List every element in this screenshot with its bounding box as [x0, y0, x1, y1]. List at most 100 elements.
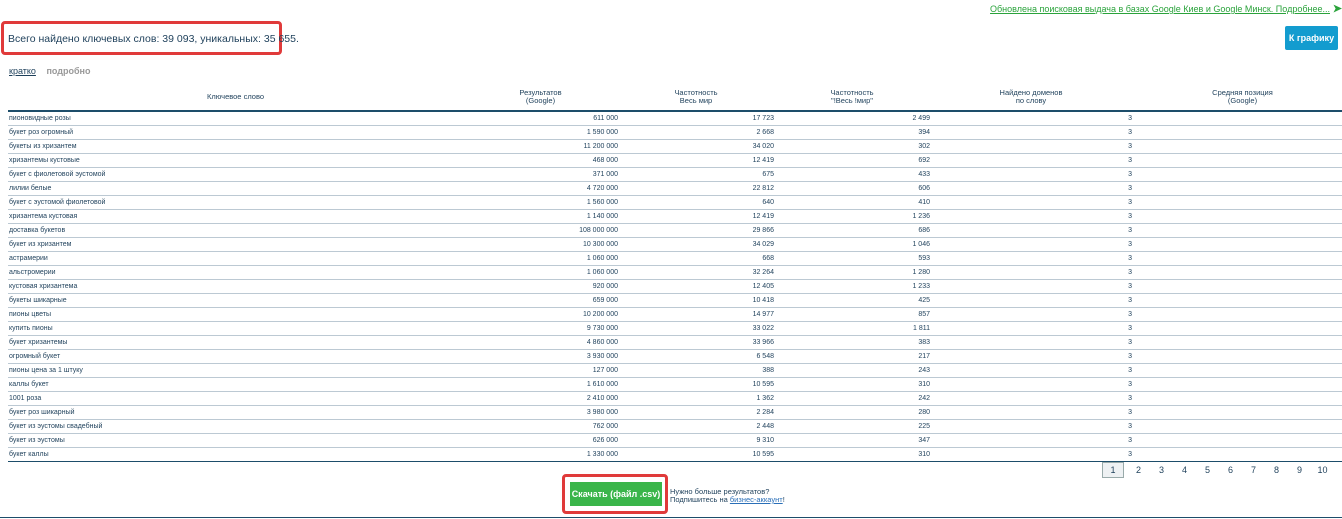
cell-keyword: кустовая хризантема: [8, 279, 463, 294]
cell-keyword: букет из хризантем: [8, 237, 463, 252]
page-link[interactable]: 7: [1242, 462, 1265, 478]
table-row: хризантема кустовая 1 140 000 12 419 1 236 3…: [8, 209, 1342, 224]
arrow-right-icon[interactable]: ➤: [1333, 2, 1342, 15]
keyword-count-summary: Всего найдено ключевых слов: 39 093, уни…: [8, 33, 299, 45]
cell-frequency-world: 10 418: [618, 293, 774, 308]
cell-domains: 3: [930, 335, 1132, 350]
cell-domains: 3: [930, 195, 1132, 210]
cell-keyword: альстромерии: [8, 265, 463, 280]
page-link[interactable]: 6: [1219, 462, 1242, 478]
cell-frequency-world: 10 595: [618, 377, 774, 392]
header-avg-position[interactable]: Средняя позиция (Google): [1132, 84, 1342, 112]
cell-domains: 3: [930, 433, 1132, 448]
page-link[interactable]: 10: [1311, 462, 1334, 478]
cell-frequency-exact: 410: [774, 195, 930, 210]
cell-frequency-world: 2 668: [618, 125, 774, 140]
cell-avg-position: 24: [1132, 335, 1342, 350]
cell-results: 108 000 000: [463, 223, 618, 238]
cell-domains: 3: [930, 125, 1132, 140]
cell-frequency-world: 33 022: [618, 321, 774, 336]
cell-domains: 3: [930, 321, 1132, 336]
header-domains[interactable]: Найдено доменов по слову: [930, 84, 1132, 112]
cell-frequency-exact: 1 046: [774, 237, 930, 252]
cell-results: 127 000: [463, 363, 618, 378]
cell-avg-position: 37: [1132, 195, 1342, 210]
subscribe-prefix: Подпишитесь на: [670, 495, 730, 504]
cell-keyword: букет роз огромный: [8, 125, 463, 140]
cell-keyword: хризантемы кустовые: [8, 153, 463, 168]
cell-frequency-world: 12 405: [618, 279, 774, 294]
page-current[interactable]: 1: [1102, 462, 1124, 478]
to-graph-button[interactable]: К графику: [1285, 26, 1338, 50]
keywords-table: Ключевое слово Результатов (Google) Часто…: [8, 84, 1342, 462]
cell-domains: 3: [930, 223, 1132, 238]
cell-frequency-exact: 1 811: [774, 321, 930, 336]
download-csv-button[interactable]: Скачать (файл .csv): [570, 482, 662, 506]
cell-results: 1 590 000: [463, 125, 618, 140]
cell-domains: 3: [930, 391, 1132, 406]
cell-results: 762 000: [463, 419, 618, 434]
table-row: хризантемы кустовые468 00012 419692369: [8, 153, 1342, 168]
cell-results: 10 300 000: [463, 237, 618, 252]
header-keyword[interactable]: Ключевое слово: [8, 84, 463, 112]
table-row: пионовидные розы611 00017 7232 499334: [8, 111, 1342, 126]
cell-domains: 3: [930, 209, 1132, 224]
cell-frequency-world: 6 548: [618, 349, 774, 364]
table-row: букет каллы1 330 00010 595310329: [8, 447, 1342, 462]
table-row: букет с эустомой фиолетовой 1 560 000 640 4…: [8, 195, 1342, 210]
page-link[interactable]: 9: [1288, 462, 1311, 478]
cell-avg-position: 41: [1132, 419, 1342, 434]
cell-avg-position: 24: [1132, 433, 1342, 448]
cell-frequency-exact: 1 236: [774, 209, 930, 224]
cell-results: 4 720 000: [463, 181, 618, 196]
cell-keyword: пионы цветы: [8, 307, 463, 322]
table-row: букет из эустомы свадебный 762 000 2 448 22…: [8, 419, 1342, 434]
table-row: букет роз шикарный3 980 0002 284280347: [8, 405, 1342, 420]
tab-detailed[interactable]: подробно: [46, 66, 90, 76]
update-notice-link[interactable]: Обновлена поисковая выдача в базах Googl…: [990, 4, 1330, 14]
business-account-link[interactable]: бизнес-аккаунт: [730, 495, 783, 504]
page-link[interactable]: 4: [1173, 462, 1196, 478]
cell-avg-position: 13: [1132, 139, 1342, 154]
header-results[interactable]: Результатов (Google): [463, 84, 618, 112]
cell-keyword: огромный букет: [8, 349, 463, 364]
cell-domains: 3: [930, 307, 1132, 322]
page-link[interactable]: 5: [1196, 462, 1219, 478]
cell-domains: 3: [930, 293, 1132, 308]
cell-avg-position: 38: [1132, 181, 1342, 196]
page-link[interactable]: 3: [1150, 462, 1173, 478]
cell-frequency-exact: 433: [774, 167, 930, 182]
table-row: астрамерии1 060 000668593340: [8, 251, 1342, 266]
cell-keyword: астрамерии: [8, 251, 463, 266]
cell-avg-position: 69: [1132, 153, 1342, 168]
table-row: букет из эустомы626 0009 310347324: [8, 433, 1342, 448]
cell-frequency-exact: 686: [774, 223, 930, 238]
header-frequency-world[interactable]: Частотность Весь мир: [618, 84, 774, 112]
page-link[interactable]: 8: [1265, 462, 1288, 478]
page-link[interactable]: 2: [1127, 462, 1150, 478]
header-frequency-exact[interactable]: Частотность "!Весь !мир": [774, 84, 930, 112]
cell-avg-position: 17: [1132, 377, 1342, 392]
cell-frequency-world: 12 419: [618, 209, 774, 224]
cell-results: 11 200 000: [463, 139, 618, 154]
cell-frequency-exact: 242: [774, 391, 930, 406]
cell-frequency-exact: 347: [774, 433, 930, 448]
table-header-row: Ключевое слово Результатов (Google) Часто…: [8, 84, 1342, 112]
cell-frequency-exact: 2 499: [774, 111, 930, 126]
cell-frequency-world: 675: [618, 167, 774, 182]
tab-brief[interactable]: кратко: [9, 66, 36, 76]
table-row: букет хризантемы4 860 00033 966383324: [8, 335, 1342, 350]
cell-results: 3 980 000: [463, 405, 618, 420]
cell-keyword: букет с фиолетовой эустомой: [8, 167, 463, 182]
cell-domains: 3: [930, 153, 1132, 168]
cell-frequency-world: 14 977: [618, 307, 774, 322]
cell-frequency-exact: 593: [774, 251, 930, 266]
cell-frequency-exact: 217: [774, 349, 930, 364]
cell-domains: 3: [930, 251, 1132, 266]
cell-frequency-exact: 225: [774, 419, 930, 434]
cell-keyword: букет из эустомы свадебный: [8, 419, 463, 434]
cell-frequency-exact: 1 280: [774, 265, 930, 280]
table-row: альстромерии1 060 00032 2641 280340: [8, 265, 1342, 280]
cell-frequency-world: 9 310: [618, 433, 774, 448]
cell-keyword: купить пионы: [8, 321, 463, 336]
